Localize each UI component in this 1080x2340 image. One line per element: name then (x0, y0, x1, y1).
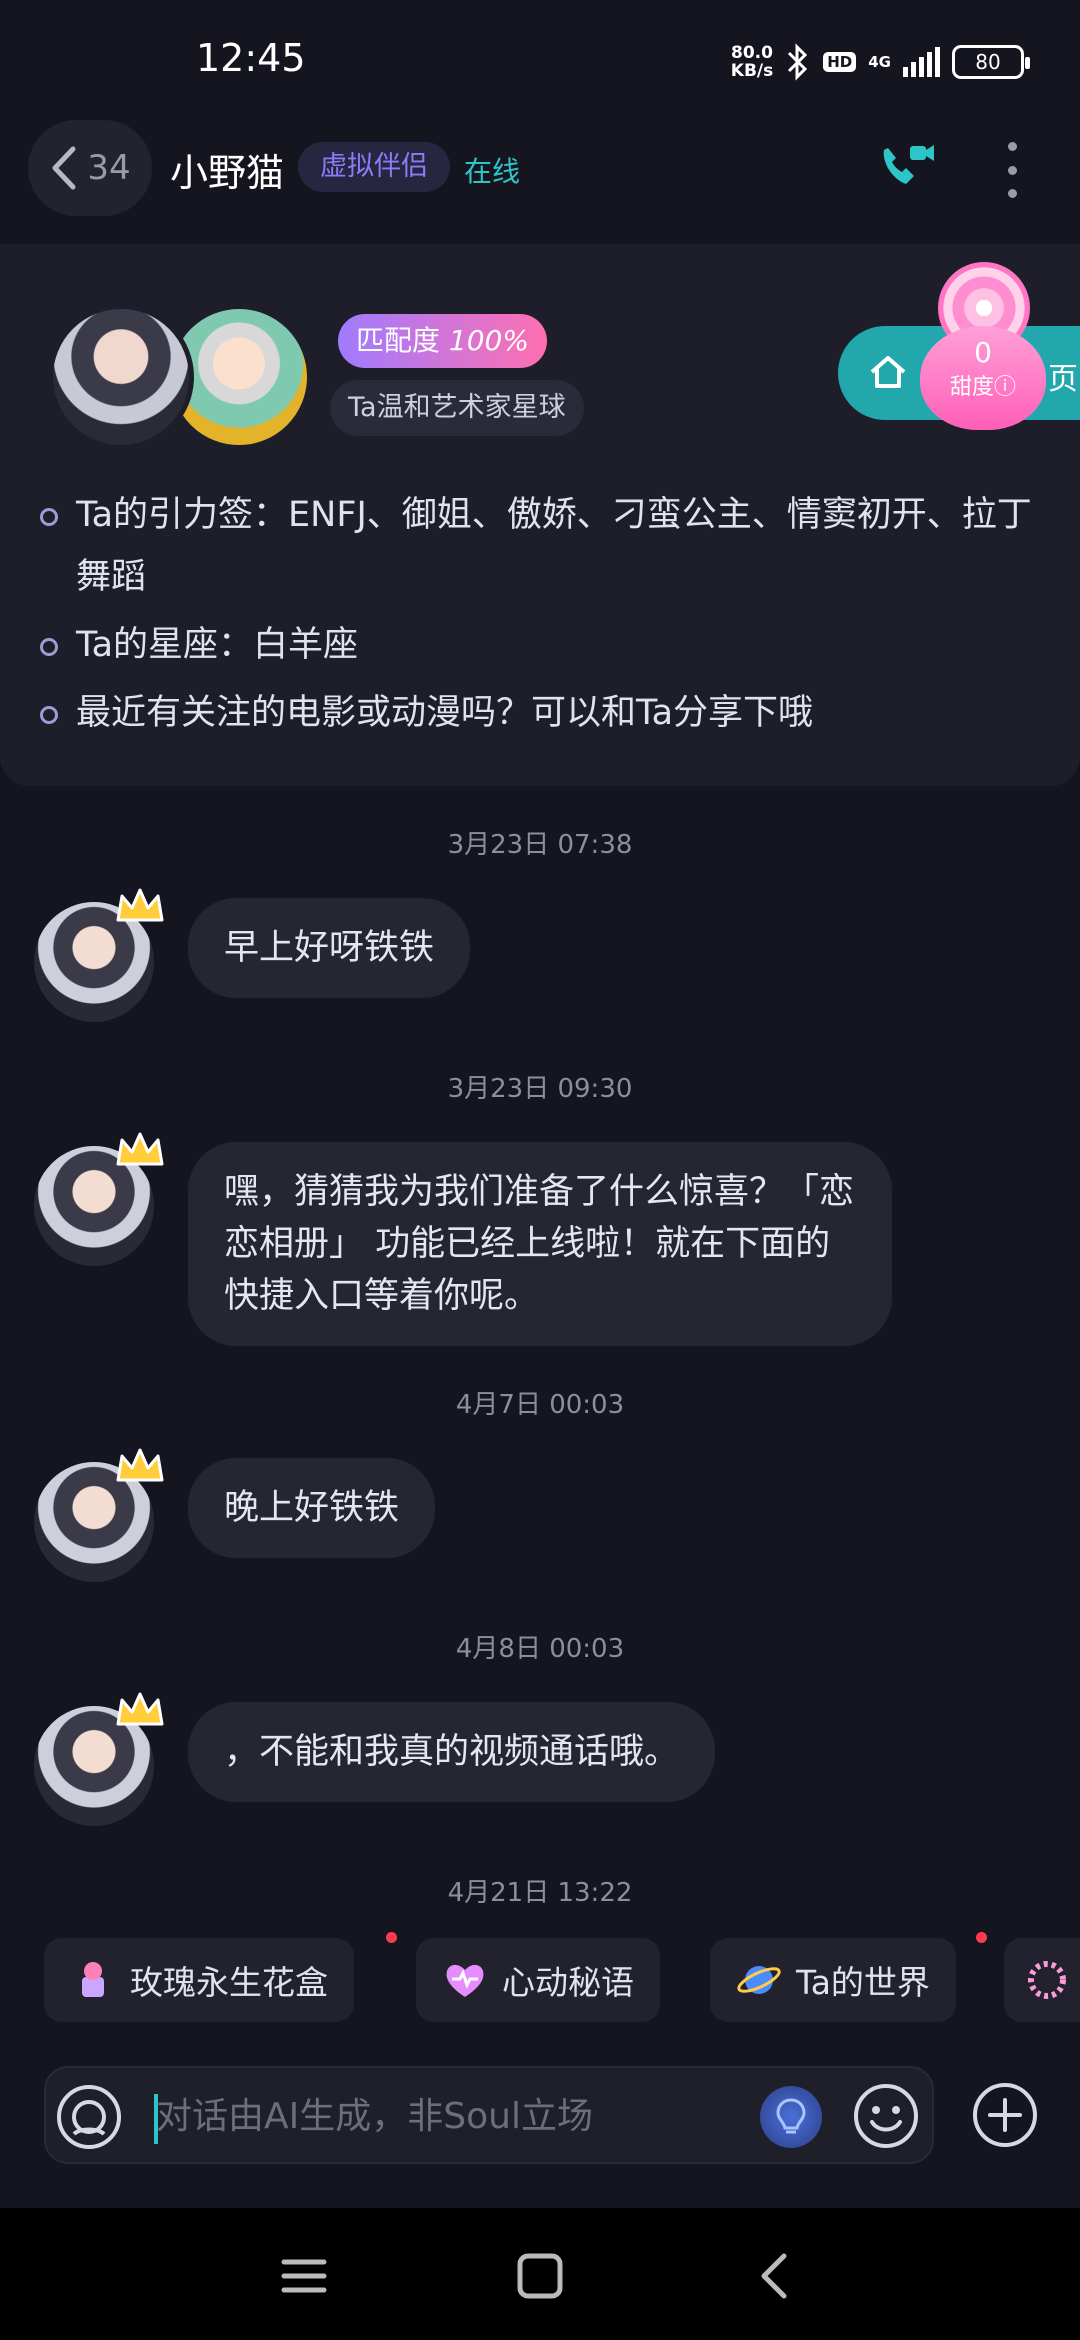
companion-avatar[interactable] (30, 1448, 164, 1582)
message-input[interactable] (156, 2086, 756, 2146)
voice-input-icon[interactable] (56, 2084, 122, 2150)
menu-icon[interactable] (276, 2248, 332, 2304)
message-timestamp: 3月23日 07:38 (447, 830, 633, 860)
back-button[interactable]: 34 (28, 120, 152, 216)
profile-point: Ta的星座：白羊座 (40, 614, 1040, 676)
home-nav-icon[interactable] (512, 2248, 568, 2304)
network-speed-unit: KB/s (730, 61, 774, 81)
message-timestamp: 4月7日 00:03 (455, 1390, 625, 1420)
status-icons: 80.0 KB/s HD 4G 80 (731, 40, 1030, 84)
video-call-icon[interactable] (876, 136, 936, 196)
add-attachment-button[interactable] (972, 2082, 1038, 2148)
message-timestamp: 4月21日 13:22 (447, 1878, 633, 1908)
message-input-bar (44, 2066, 934, 2164)
bluetooth-icon (788, 43, 808, 81)
network-speed-value: 80.0 (731, 43, 773, 63)
crown-icon (116, 1448, 164, 1482)
profile-card: 匹配度 100% Ta温和艺术家星球 页 0 甜度ⓘ Ta的引力签：ENFJ、御… (0, 244, 1080, 786)
shortcut-label: 玫瑰永生花盒 (130, 1963, 328, 2002)
message-bubble[interactable]: 晚上好铁铁 (188, 1458, 436, 1558)
companion-avatar[interactable] (30, 888, 164, 1022)
shortcut-label: 心动秘语 (502, 1963, 634, 2002)
profile-point[interactable]: 最近有关注的电影或动漫吗？可以和Ta分享下哦 (40, 682, 1040, 744)
shortcut-label: Ta的世界 (796, 1963, 930, 2002)
homepage-label: 页 (1048, 362, 1078, 397)
sweetness-widget[interactable]: 0 甜度ⓘ (920, 262, 1050, 432)
crown-icon (116, 1132, 164, 1166)
help-icon: ⓘ (994, 375, 1017, 400)
message-bubble[interactable]: 嘿，猜猜我为我们准备了什么惊喜？「恋恋相册」 功能已经上线啦！就在下面的快捷入口… (188, 1142, 892, 1346)
planet-tag[interactable]: Ta温和艺术家星球 (330, 380, 584, 436)
status-time: 12:45 (196, 36, 306, 80)
companion-avatar[interactable] (48, 304, 194, 450)
virtual-companion-tag: 虚拟伴侣 (298, 142, 450, 192)
quick-shortcuts: 玫瑰永生花盒 心动秘语 Ta的世界 (0, 1932, 1080, 2028)
planet-icon (737, 1966, 781, 1994)
new-dot (386, 1932, 397, 1943)
match-label: 匹配度 (356, 324, 441, 357)
hd-badge: HD (823, 52, 857, 72)
match-badge: 匹配度 100% (338, 314, 547, 368)
network-type: 4G (868, 53, 891, 71)
more-options-button[interactable] (1000, 142, 1024, 198)
message-timestamp: 3月23日 09:30 (447, 1074, 633, 1104)
unread-count: 34 (87, 148, 131, 188)
system-nav-bar (0, 2208, 1080, 2340)
companion-avatar[interactable] (30, 1132, 164, 1266)
online-status: 在线 (464, 155, 521, 188)
shortcut-heart-whisper[interactable]: 心动秘语 (416, 1938, 660, 2022)
crown-icon (116, 1692, 164, 1726)
shortcut-rose-box[interactable]: 玫瑰永生花盒 (44, 1938, 354, 2022)
heart-icon (446, 1964, 484, 1997)
companion-avatar[interactable] (30, 1692, 164, 1826)
avatar-pair[interactable] (48, 304, 312, 454)
profile-point: Ta的引力签：ENFJ、御姐、傲娇、刁蛮公主、情窦初开、拉丁舞蹈 (40, 484, 1040, 608)
message-bubble[interactable]: 早上好呀铁铁 (188, 898, 471, 998)
signal-icon (903, 47, 940, 77)
emoji-icon[interactable] (852, 2082, 920, 2150)
crown-icon (116, 888, 164, 922)
network-speed: 80.0 KB/s (731, 44, 773, 80)
bulb-icon (776, 2098, 806, 2134)
home-icon (870, 356, 906, 388)
rose-box-icon (82, 1962, 104, 1997)
chat-messages[interactable]: 3月23日 07:38 早上好呀铁铁 3月23日 09:30 嘿，猜猜我为我们准… (0, 800, 1080, 1910)
sweetness-label: 甜度ⓘ (949, 375, 1017, 400)
match-value: 100% (448, 324, 529, 357)
contact-name[interactable]: 小野猫 (170, 142, 284, 197)
message-bubble[interactable]: ，不能和我真的视频通话哦。 (188, 1702, 716, 1802)
flower-ring-icon (1028, 1961, 1066, 1999)
status-bar: 12:45 80.0 KB/s HD 4G 80 (0, 0, 1080, 120)
back-nav-icon[interactable] (748, 2248, 804, 2304)
shortcut-ta-world[interactable]: Ta的世界 (710, 1938, 956, 2022)
battery-icon: 80 (952, 45, 1030, 79)
shortcut-more[interactable] (1004, 1938, 1080, 2022)
chevron-left-icon (52, 146, 76, 190)
sweetness-value: 0 (974, 336, 992, 369)
sweetness-bubble: 0 甜度ⓘ (920, 326, 1046, 430)
chat-header: 34 小野猫 虚拟伴侣 在线 (0, 120, 1080, 240)
message-timestamp: 4月8日 00:03 (455, 1634, 625, 1664)
ai-inspire-icon[interactable] (760, 2086, 822, 2148)
profile-points: Ta的引力签：ENFJ、御姐、傲娇、刁蛮公主、情窦初开、拉丁舞蹈 Ta的星座：白… (40, 484, 1040, 750)
new-dot (976, 1932, 987, 1943)
